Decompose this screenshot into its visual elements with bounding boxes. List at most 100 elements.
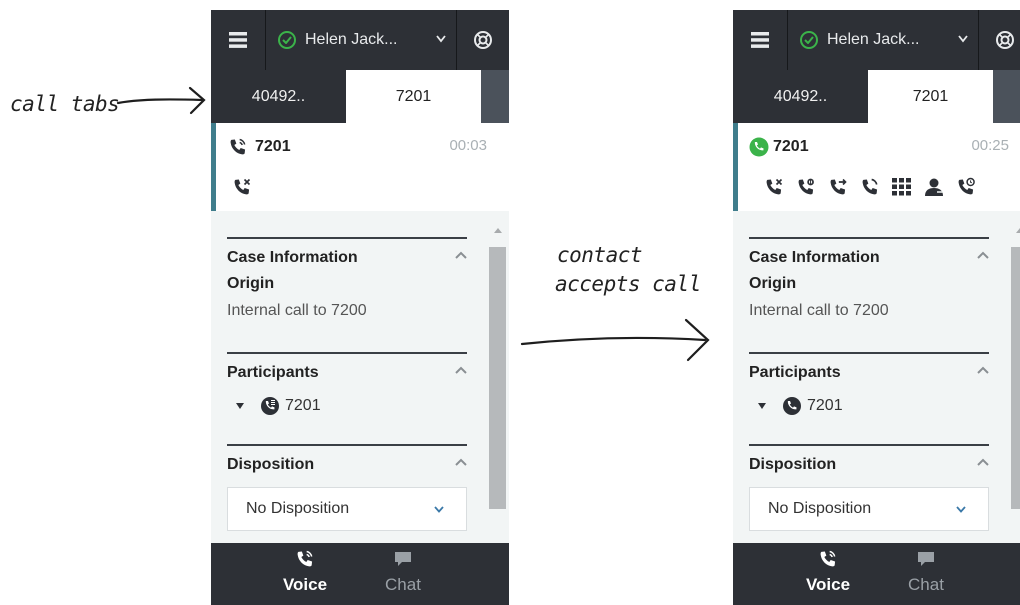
- voice-label: Voice: [282, 575, 328, 594]
- disposition-title: Disposition: [749, 456, 837, 473]
- origin-label: Origin: [227, 275, 275, 292]
- participants-section: Participants 7201: [749, 352, 989, 416]
- chevron-up-icon[interactable]: [977, 366, 989, 374]
- ringing-phone-icon: [261, 397, 279, 415]
- call-tabs: 40492.. 7201: [733, 70, 1020, 123]
- chevron-up-icon[interactable]: [455, 458, 467, 466]
- disposition-select[interactable]: No Disposition: [749, 487, 989, 531]
- conference-button[interactable]: [922, 176, 946, 198]
- agent-status-dropdown[interactable]: Helen Jack...: [266, 10, 457, 70]
- tab-call-40492[interactable]: 40492..: [211, 70, 346, 123]
- conference-icon: [925, 178, 943, 196]
- support-icon: [474, 31, 492, 49]
- tab-call-7201[interactable]: 7201: [346, 70, 481, 123]
- transfer-call-button[interactable]: [826, 176, 850, 198]
- end-call-icon: [231, 178, 251, 197]
- disposition-value: No Disposition: [768, 500, 872, 517]
- agent-status-dropdown[interactable]: Helen Jack...: [788, 10, 979, 70]
- caret-down-icon[interactable]: [235, 402, 245, 410]
- participant-name: 7201: [807, 397, 843, 414]
- scrollbar-thumb[interactable]: [1011, 247, 1020, 509]
- caret-down-icon[interactable]: [757, 402, 767, 410]
- workspace-panel-ringing: Helen Jack... 40492.. 7201 7201 00:03 Ca…: [211, 10, 509, 605]
- case-information-title: Case Information: [749, 249, 880, 266]
- workspace-panel-connected: Helen Jack... 40492.. 7201 7201 00:25 Ca…: [733, 10, 1020, 605]
- chevron-down-icon: [958, 35, 968, 43]
- origin-value: Internal call to 7200: [227, 302, 367, 319]
- top-bar: Helen Jack...: [211, 10, 509, 70]
- disposition-section: Disposition No Disposition: [227, 444, 467, 531]
- hamburger-icon: [229, 32, 247, 48]
- end-call-button[interactable]: [762, 176, 786, 198]
- chat-bubble-icon: [395, 552, 411, 566]
- voice-phone-icon: [820, 550, 836, 567]
- menu-button[interactable]: [733, 10, 788, 70]
- bottom-bar: Voice Chat: [211, 543, 509, 605]
- tab-call-7201[interactable]: 7201: [868, 70, 993, 123]
- participant-name: 7201: [285, 397, 321, 414]
- interaction-header: 7201 00:03: [211, 123, 509, 211]
- ready-status-icon: [278, 31, 296, 49]
- chevron-down-icon: [434, 506, 444, 513]
- interaction-title: 7201: [255, 138, 291, 155]
- connected-phone-icon: [783, 397, 801, 415]
- transition-arrow: [520, 318, 710, 362]
- interaction-header: 7201 00:25: [733, 123, 1020, 211]
- participants-section: Participants 7201: [227, 352, 467, 416]
- case-content: Case Information Origin Internal call to…: [733, 211, 1020, 543]
- scroll-up-arrow-icon[interactable]: [1016, 228, 1020, 233]
- schedule-callback-button[interactable]: [954, 176, 978, 198]
- participant-item[interactable]: 7201: [235, 396, 467, 416]
- chevron-up-icon[interactable]: [977, 251, 989, 259]
- call-timer: 00:25: [971, 137, 1009, 154]
- scrollbar[interactable]: [486, 222, 506, 522]
- consult-call-icon: [859, 178, 878, 197]
- menu-button[interactable]: [211, 10, 266, 70]
- call-timer: 00:03: [449, 137, 487, 154]
- ready-status-icon: [800, 31, 818, 49]
- chevron-up-icon[interactable]: [455, 366, 467, 374]
- voice-label: Voice: [805, 575, 851, 594]
- support-button[interactable]: [457, 10, 509, 70]
- support-button[interactable]: [979, 10, 1020, 70]
- call-actions: [762, 176, 978, 198]
- chevron-down-icon: [436, 35, 446, 43]
- chat-bubble-icon: [918, 552, 934, 566]
- tab-call-40492[interactable]: 40492..: [733, 70, 868, 123]
- disposition-title: Disposition: [227, 456, 315, 473]
- voice-channel-button[interactable]: Voice: [265, 549, 345, 605]
- disposition-value: No Disposition: [246, 500, 350, 517]
- chevron-up-icon[interactable]: [455, 251, 467, 259]
- chat-channel-button[interactable]: Chat: [886, 549, 966, 605]
- ringing-phone-icon: [227, 138, 246, 157]
- end-call-icon: [763, 178, 783, 197]
- hamburger-icon: [751, 32, 769, 48]
- case-information-title: Case Information: [227, 249, 358, 266]
- scrollbar-thumb[interactable]: [489, 247, 506, 509]
- top-bar: Helen Jack...: [733, 10, 1020, 70]
- case-information-section: Case Information Origin Internal call to…: [749, 237, 989, 320]
- end-call-button[interactable]: [230, 176, 254, 198]
- call-tabs: 40492.. 7201: [211, 70, 509, 123]
- support-icon: [996, 31, 1014, 49]
- hold-call-button[interactable]: [794, 176, 818, 198]
- interaction-title: 7201: [773, 138, 809, 155]
- connected-call-icon: [749, 137, 769, 157]
- consult-call-button[interactable]: [858, 176, 882, 198]
- chat-label: Chat: [908, 575, 944, 594]
- chat-channel-button[interactable]: Chat: [363, 549, 443, 605]
- voice-channel-button[interactable]: Voice: [788, 549, 868, 605]
- disposition-select[interactable]: No Disposition: [227, 487, 467, 531]
- transfer-call-icon: [827, 178, 847, 197]
- bottom-bar: Voice Chat: [733, 543, 1020, 605]
- scroll-up-arrow-icon[interactable]: [494, 228, 502, 233]
- keypad-button[interactable]: [890, 176, 914, 198]
- case-information-section: Case Information Origin Internal call to…: [227, 237, 467, 320]
- chevron-down-icon: [956, 506, 966, 513]
- scrollbar[interactable]: [1008, 222, 1020, 522]
- disposition-section: Disposition No Disposition: [749, 444, 989, 531]
- call-tabs-arrow: [116, 86, 206, 115]
- chevron-up-icon[interactable]: [977, 458, 989, 466]
- origin-label: Origin: [749, 275, 797, 292]
- participant-item[interactable]: 7201: [757, 396, 989, 416]
